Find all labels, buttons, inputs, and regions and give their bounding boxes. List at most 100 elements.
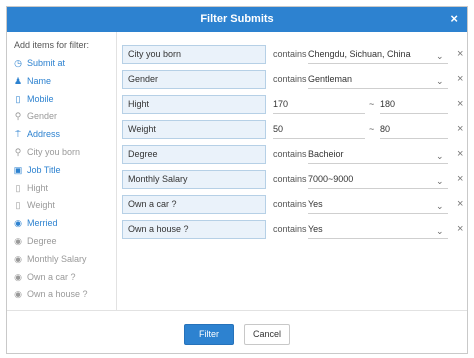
- remove-icon[interactable]: ×: [457, 195, 463, 214]
- range-to-input[interactable]: 180: [380, 95, 448, 114]
- sidebar-item-label: Own a house ?: [27, 289, 88, 300]
- phone-icon: ▯: [15, 93, 21, 104]
- cancel-button[interactable]: Cancel: [244, 324, 290, 345]
- chevron-down-icon[interactable]: ⌄: [436, 147, 444, 166]
- filter-row: Degree contains Bacheior ⌄ ×: [118, 145, 467, 165]
- filter-row: City you born contains Chengdu, Sichuan, C…: [118, 45, 467, 65]
- filter-value-select[interactable]: Yes: [308, 220, 448, 239]
- filter-value-select[interactable]: 7000~9000: [308, 170, 448, 189]
- clock-icon: ◷: [14, 58, 22, 68]
- dialog-titlebar: Filter Submits ×: [7, 7, 467, 32]
- sidebar-item-label: Degree: [27, 236, 57, 246]
- remove-icon[interactable]: ×: [457, 220, 463, 239]
- remove-icon[interactable]: ×: [457, 95, 463, 114]
- close-icon[interactable]: ×: [450, 11, 458, 27]
- sidebar-item-label: Merried: [27, 218, 58, 229]
- sidebar-item-gender[interactable]: ⚲ Gender: [13, 109, 113, 123]
- chevron-down-icon[interactable]: ⌄: [436, 197, 444, 216]
- filter-items-sidebar: Add items for filter: ◷ Submit at ♟ Name ▯ Mo…: [7, 32, 117, 310]
- range-to-input[interactable]: 80: [380, 120, 448, 139]
- range-separator: ~: [369, 99, 375, 109]
- remove-icon[interactable]: ×: [457, 120, 463, 139]
- filter-row: Gender contains Gentleman ⌄ ×: [118, 70, 467, 90]
- radio-icon: ◉: [14, 271, 22, 282]
- filter-value-select[interactable]: Chengdu, Sichuan, China: [308, 45, 448, 64]
- filter-field-name[interactable]: Monthly Salary: [122, 170, 266, 189]
- filter-value-select[interactable]: Gentleman: [308, 70, 448, 89]
- sidebar-item-label: Weight: [27, 200, 55, 211]
- range-separator: ~: [369, 124, 375, 134]
- chevron-down-icon[interactable]: ⌄: [436, 172, 444, 191]
- gender-icon: ⚲: [14, 111, 22, 122]
- sidebar-item-label: Mobile: [27, 93, 54, 104]
- filter-field-name[interactable]: Hight: [122, 95, 266, 114]
- weight-icon: ▯: [15, 200, 21, 211]
- remove-icon[interactable]: ×: [457, 145, 463, 164]
- filter-operator: contains: [273, 74, 307, 84]
- range-from-input[interactable]: 170: [273, 95, 365, 114]
- chevron-down-icon[interactable]: ⌄: [436, 222, 444, 241]
- ruler-icon: ▯: [15, 182, 21, 193]
- filter-field-name[interactable]: Weight: [122, 120, 266, 139]
- filter-button[interactable]: Filter: [184, 324, 234, 345]
- sidebar-item-label: Own a car ?: [27, 271, 76, 282]
- filter-dialog: Filter Submits × Add items for filter: ◷…: [6, 6, 468, 354]
- remove-icon[interactable]: ×: [457, 70, 463, 89]
- signpost-icon: ⍑: [15, 129, 21, 140]
- sidebar-item-label: Submit at: [27, 58, 66, 68]
- location-pin-icon: ⚲: [14, 147, 22, 157]
- sidebar-item-weight[interactable]: ▯ Weight: [13, 198, 113, 212]
- radio-icon: ◉: [14, 236, 22, 246]
- filter-row: Monthly Salary contains 7000~9000 ⌄ ×: [118, 170, 467, 190]
- sidebar-item-own-a-house[interactable]: ◉ Own a house ?: [13, 287, 113, 301]
- sidebar-item-label: Monthly Salary: [27, 253, 87, 264]
- range-from-input[interactable]: 50: [273, 120, 365, 139]
- sidebar-item-submit-at[interactable]: ◷ Submit at: [13, 56, 113, 70]
- radio-icon: ◉: [14, 289, 22, 300]
- chevron-down-icon[interactable]: ⌄: [436, 47, 444, 66]
- filter-field-name[interactable]: Gender: [122, 70, 266, 89]
- sidebar-item-label: Gender: [27, 111, 58, 122]
- filter-operator: contains: [273, 174, 307, 184]
- chevron-down-icon[interactable]: ⌄: [436, 72, 444, 91]
- filter-field-name[interactable]: Own a house ?: [122, 220, 266, 239]
- filter-row: Hight 170 ~180 ×: [118, 95, 467, 115]
- filter-row: Weight 50 ~80 ×: [118, 120, 467, 140]
- dialog-title: Filter Submits: [200, 13, 274, 25]
- sidebar-item-label: Name: [27, 75, 52, 86]
- sidebar-item-job-title[interactable]: ▣ Job Title: [13, 163, 113, 177]
- sidebar-item-monthly-salary[interactable]: ◉ Monthly Salary: [13, 252, 113, 266]
- filter-field-name[interactable]: Degree: [122, 145, 266, 164]
- sidebar-item-label: Hight: [27, 182, 49, 193]
- radio-icon: ◉: [14, 253, 22, 264]
- sidebar-item-label: Job Title: [27, 164, 61, 175]
- filter-row: Own a house ? contains Yes ⌄ ×: [118, 220, 467, 240]
- sidebar-heading: Add items for filter:: [14, 40, 90, 50]
- sidebar-item-label: Address: [27, 129, 61, 140]
- sidebar-item-degree[interactable]: ◉ Degree: [13, 234, 113, 248]
- remove-icon[interactable]: ×: [457, 170, 463, 189]
- briefcase-icon: ▣: [13, 164, 23, 175]
- filter-operator: contains: [273, 224, 307, 234]
- person-icon: ♟: [13, 75, 23, 86]
- filter-operator: contains: [273, 199, 307, 209]
- sidebar-item-label: City you born: [27, 147, 81, 157]
- sidebar-item-address[interactable]: ⍑ Address: [13, 127, 113, 141]
- sidebar-item-hight[interactable]: ▯ Hight: [13, 181, 113, 195]
- filter-value-select[interactable]: Bacheior: [308, 145, 448, 164]
- sidebar-item-mobile[interactable]: ▯ Mobile: [13, 92, 113, 106]
- filter-row: Own a car ? contains Yes ⌄ ×: [118, 195, 467, 215]
- dialog-footer: Filter Cancel: [7, 310, 467, 353]
- filter-operator: contains: [273, 49, 307, 59]
- filter-operator: contains: [273, 149, 307, 159]
- filter-field-name[interactable]: Own a car ?: [122, 195, 266, 214]
- sidebar-item-own-a-car[interactable]: ◉ Own a car ?: [13, 270, 113, 284]
- radio-icon: ◉: [14, 218, 22, 229]
- sidebar-item-merried[interactable]: ◉ Merried: [13, 216, 113, 230]
- sidebar-item-city-you-born[interactable]: ⚲ City you born: [13, 145, 113, 159]
- filter-value-select[interactable]: Yes: [308, 195, 448, 214]
- filter-field-name[interactable]: City you born: [122, 45, 266, 64]
- remove-icon[interactable]: ×: [457, 45, 463, 64]
- sidebar-item-name[interactable]: ♟ Name: [13, 74, 113, 88]
- filter-conditions: City you born contains Chengdu, Sichuan, C…: [118, 32, 467, 310]
